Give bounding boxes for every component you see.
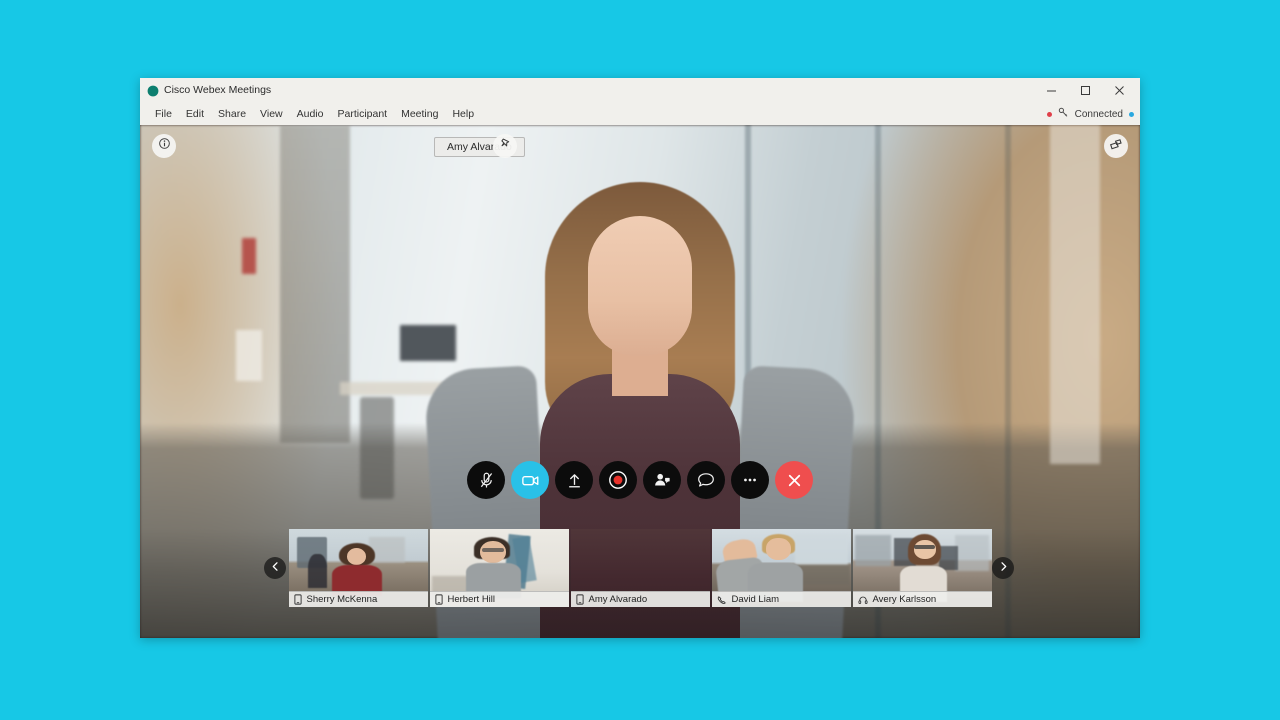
- connection-label: Connected: [1074, 108, 1123, 120]
- menu-item-file[interactable]: File: [148, 106, 179, 122]
- subject-face: [588, 216, 692, 356]
- maximize-button[interactable]: [1068, 78, 1102, 103]
- menu-item-meeting[interactable]: Meeting: [394, 106, 445, 122]
- menu-item-edit[interactable]: Edit: [179, 106, 211, 122]
- participant-name: Herbert Hill: [447, 594, 496, 605]
- menu-item-help[interactable]: Help: [445, 106, 481, 122]
- video-button[interactable]: [511, 461, 549, 499]
- thumbnail-label: Avery Karlsson: [852, 591, 992, 607]
- thumbnail-label: Herbert Hill: [429, 591, 569, 607]
- menu-item-audio[interactable]: Audio: [290, 106, 331, 122]
- participants-button[interactable]: [643, 461, 681, 499]
- menu-item-view[interactable]: View: [253, 106, 290, 122]
- menu-item-participant[interactable]: Participant: [330, 106, 394, 122]
- headset-icon: [858, 595, 868, 605]
- mobile-phone-icon: [575, 594, 584, 605]
- connection-status: Connected: [1046, 103, 1134, 125]
- meeting-info-button[interactable]: [152, 134, 176, 158]
- layout-view-icon: [1109, 137, 1123, 156]
- webex-logo-icon: [147, 84, 159, 97]
- recording-indicator-dot: [1046, 111, 1052, 117]
- participant-thumbnail[interactable]: Avery Karlsson: [852, 529, 992, 607]
- filmstrip-next-button[interactable]: [992, 557, 1014, 579]
- participant-filmstrip: Sherry McKenna Herbert Hill Amy Alvarado…: [140, 528, 1140, 608]
- end-call-button[interactable]: [775, 461, 813, 499]
- webex-meetings-window: Cisco Webex Meetings File Edit Share Vie…: [140, 78, 1140, 638]
- chat-button[interactable]: [687, 461, 725, 499]
- change-layout-button[interactable]: [1104, 134, 1128, 158]
- participant-thumbnail[interactable]: Amy Alvarado: [570, 529, 710, 607]
- app-title: Cisco Webex Meetings: [164, 84, 272, 96]
- thumbnail-label: Amy Alvarado: [570, 591, 710, 607]
- chevron-right-icon: [998, 559, 1009, 577]
- participant-thumbnail[interactable]: Sherry McKenna: [288, 529, 428, 607]
- close-button[interactable]: [1102, 78, 1136, 103]
- more-options-button[interactable]: [731, 461, 769, 499]
- participant-name: David Liam: [731, 594, 780, 605]
- share-screen-button[interactable]: [555, 461, 593, 499]
- participant-name: Amy Alvarado: [588, 594, 648, 605]
- menu-item-share[interactable]: Share: [211, 106, 253, 122]
- pin-video-button[interactable]: [493, 134, 517, 158]
- mobile-phone-icon: [434, 594, 443, 605]
- chevron-left-icon: [270, 559, 281, 577]
- participant-name: Sherry McKenna: [306, 594, 378, 605]
- pin-icon: [499, 137, 512, 155]
- key-icon: [1058, 105, 1069, 123]
- mobile-phone-icon: [293, 594, 302, 605]
- thumbnail-label: David Liam: [711, 591, 851, 607]
- video-stage: Amy Alvarado Sherry McKenna Herbert Hill…: [140, 125, 1140, 638]
- thumbnail-label: Sherry McKenna: [288, 591, 428, 607]
- meeting-control-bar: [467, 461, 813, 499]
- participant-thumbnail[interactable]: Herbert Hill: [429, 529, 569, 607]
- filmstrip-prev-button[interactable]: [264, 557, 286, 579]
- participant-thumbnail[interactable]: David Liam: [711, 529, 851, 607]
- participant-name: Avery Karlsson: [872, 594, 937, 605]
- telephone-handset-icon: [717, 595, 727, 605]
- record-button[interactable]: [599, 461, 637, 499]
- info-circle-icon: [158, 137, 171, 155]
- minimize-button[interactable]: [1034, 78, 1068, 103]
- menu-bar: File Edit Share View Audio Participant M…: [140, 103, 1140, 125]
- connected-indicator-dot: [1129, 111, 1134, 117]
- title-bar: Cisco Webex Meetings: [140, 78, 1140, 103]
- mute-button[interactable]: [467, 461, 505, 499]
